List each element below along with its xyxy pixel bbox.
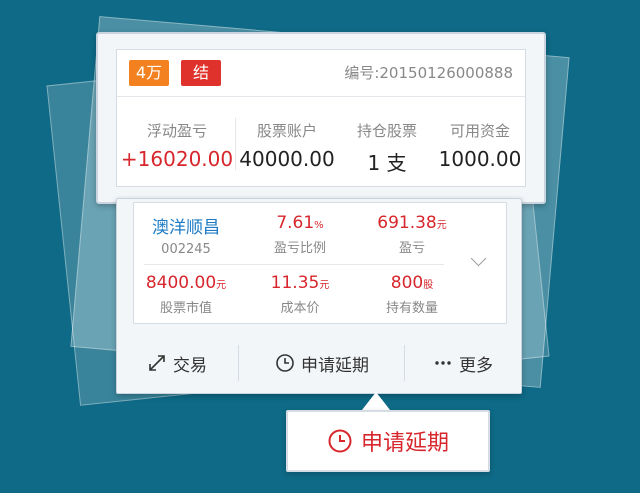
stat-value: 1 支 — [367, 151, 407, 175]
extend-button-label: 申请延期 — [301, 355, 369, 376]
divider — [235, 118, 236, 170]
cost-price-unit: 元 — [319, 280, 330, 291]
profit-number: 691.38 — [377, 213, 437, 233]
stat-value: 40000.00 — [239, 147, 335, 171]
trade-button[interactable]: 交易 — [117, 337, 237, 389]
more-button[interactable]: 更多 — [405, 337, 521, 389]
cost-price-label: 成本价 — [280, 301, 320, 316]
stat-value: +16020.00 — [120, 147, 234, 171]
quantity-unit: 股 — [423, 280, 434, 291]
stat-label: 股票账户 — [256, 122, 317, 140]
stat-value: 1000.00 — [438, 147, 522, 171]
profit-ratio-cell: 7.61% 盈亏比例 — [250, 213, 350, 256]
stock-name[interactable]: 澳洋顺昌 — [136, 213, 236, 238]
divider — [117, 96, 525, 97]
profit-ratio-label: 盈亏比例 — [273, 241, 326, 256]
stat-label: 浮动盈亏 — [146, 122, 207, 140]
market-value-unit: 元 — [216, 280, 227, 291]
trade-button-label: 交易 — [173, 355, 207, 376]
position-detail-panel[interactable]: 澳洋顺昌 002245 7.61% 盈亏比例 691.38元 盈亏 8400.0… — [133, 202, 507, 324]
action-bar: 交易 申请延期 更多 — [117, 337, 521, 389]
cost-price-number: 11.35 — [270, 273, 320, 293]
more-dots-icon — [433, 353, 453, 373]
order-number-label: 编号: — [344, 64, 380, 82]
extend-button[interactable]: 申请延期 — [239, 337, 405, 389]
available-funds-stat: 可用资金 1000.00 — [435, 120, 525, 171]
stock-account-stat: 股票账户 40000.00 — [237, 120, 337, 171]
floating-profit-stat: 浮动盈亏 +16020.00 — [117, 120, 237, 171]
chevron-down-icon[interactable] — [470, 250, 487, 267]
profit-value: 691.38元 — [362, 213, 462, 233]
profit-cell: 691.38元 盈亏 — [362, 213, 462, 256]
more-button-label: 更多 — [459, 355, 493, 376]
profit-ratio-value: 7.61% — [250, 213, 350, 233]
stock-name-cell: 澳洋顺昌 002245 — [136, 213, 236, 257]
callout-pointer — [362, 392, 390, 410]
cost-price-value: 11.35元 — [250, 273, 350, 293]
stock-code: 002245 — [161, 242, 211, 257]
holdings-count-stat: 持仓股票 1 支 — [337, 120, 437, 176]
profit-label: 盈亏 — [398, 241, 425, 256]
order-number: 编号:20150126000888 — [344, 62, 513, 83]
extend-callout-label: 申请延期 — [360, 431, 449, 456]
clock-icon — [275, 353, 295, 373]
profit-unit: 元 — [436, 220, 447, 231]
order-number-value: 20150126000888 — [379, 64, 513, 82]
amount-tag: 4万 — [129, 60, 169, 86]
quantity-number: 800 — [390, 273, 424, 293]
trade-arrows-icon — [147, 353, 167, 373]
extend-callout[interactable]: 申请延期 — [286, 410, 490, 472]
market-value-value: 8400.00元 — [136, 273, 236, 293]
position-card: 澳洋顺昌 002245 7.61% 盈亏比例 691.38元 盈亏 8400.0… — [116, 198, 522, 394]
market-value-label: 股票市值 — [159, 301, 212, 316]
clock-icon — [327, 428, 353, 454]
settle-tag: 结 — [181, 60, 221, 86]
account-summary-card: 4万 结 编号:20150126000888 浮动盈亏 +16020.00 股票… — [96, 32, 546, 204]
market-value-cell: 8400.00元 股票市值 — [136, 273, 236, 316]
profit-ratio-unit: % — [314, 220, 324, 231]
cost-price-cell: 11.35元 成本价 — [250, 273, 350, 316]
profit-ratio-number: 7.61 — [276, 213, 315, 233]
account-summary-panel: 4万 结 编号:20150126000888 浮动盈亏 +16020.00 股票… — [116, 49, 526, 187]
divider — [144, 264, 444, 265]
market-value-number: 8400.00 — [145, 273, 217, 293]
stat-label: 可用资金 — [449, 122, 510, 140]
quantity-value: 800股 — [362, 273, 462, 293]
stat-label: 持仓股票 — [356, 122, 417, 140]
quantity-label: 持有数量 — [385, 301, 438, 316]
quantity-cell: 800股 持有数量 — [362, 273, 462, 316]
